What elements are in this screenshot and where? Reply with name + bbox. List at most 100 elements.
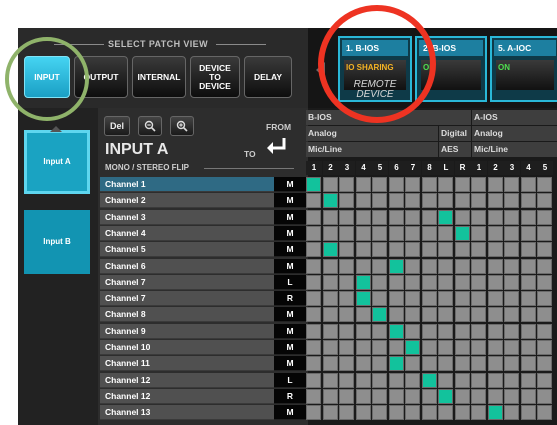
delete-button[interactable]: Del [104,116,130,136]
patch-cell[interactable] [520,225,536,241]
patch-cell[interactable] [405,307,420,323]
patch-cell[interactable] [388,340,404,355]
patch-cell[interactable] [322,356,338,372]
patch-cell[interactable] [339,193,354,209]
patch-cell[interactable] [322,225,338,241]
patch-cell[interactable] [471,291,486,307]
patch-cell[interactable] [306,388,321,404]
patch-cell[interactable] [388,177,404,192]
channel-name[interactable]: Channel 4 [100,225,274,241]
patch-cell[interactable] [520,307,536,323]
delay-view-button[interactable]: DELAY [244,56,292,98]
mono-stereo-flip-toggle[interactable]: M [274,307,306,323]
patch-cell[interactable] [520,388,536,404]
patch-cell[interactable] [438,225,453,241]
patch-cell[interactable] [388,323,404,339]
patch-cell[interactable] [355,209,371,225]
mono-stereo-flip-toggle[interactable]: R [274,388,306,404]
patch-cell[interactable] [454,242,470,258]
device-to-device-view-button[interactable]: DEVICE TO DEVICE [190,56,240,98]
patch-cell[interactable] [504,193,519,209]
patch-cell[interactable] [421,274,437,290]
patch-cell[interactable] [372,372,387,388]
patch-cell[interactable] [339,340,354,355]
patch-cell[interactable] [405,193,420,209]
patch-cell[interactable] [537,225,552,241]
patch-cell[interactable] [504,291,519,307]
sidebar-item-input-b[interactable]: Input B [24,210,90,274]
patch-cell[interactable] [537,340,552,355]
patch-cell[interactable] [355,225,371,241]
patch-cell[interactable] [438,258,453,274]
patch-cell[interactable] [471,258,486,274]
patch-cell[interactable] [471,356,486,372]
patch-cell[interactable] [388,193,404,209]
patch-cell[interactable] [537,291,552,307]
patch-cell[interactable] [306,258,321,274]
patch-cell[interactable] [405,242,420,258]
patch-cell[interactable] [520,356,536,372]
mono-stereo-flip-toggle[interactable]: R [274,291,306,307]
table-row[interactable]: Channel 8M [100,307,306,323]
patch-cell[interactable] [421,323,437,339]
patch-cell[interactable] [454,340,470,355]
patch-cell[interactable] [322,307,338,323]
patch-cell[interactable] [537,274,552,290]
patch-cell[interactable] [405,209,420,225]
patch-cell[interactable] [405,372,420,388]
patch-cell[interactable] [355,291,371,307]
patch-cell[interactable] [306,193,321,209]
patch-cell[interactable] [372,242,387,258]
patch-cell[interactable] [322,340,338,355]
patch-cell[interactable] [520,242,536,258]
patch-cell[interactable] [487,323,503,339]
mono-stereo-flip-toggle[interactable]: M [274,258,306,274]
table-row[interactable]: Channel 11 M [100,356,306,372]
patch-cell[interactable] [355,323,371,339]
patch-cell[interactable] [438,405,453,421]
mono-stereo-flip-toggle[interactable]: M [274,242,306,258]
patch-cell[interactable] [421,340,437,355]
channel-name[interactable]: Channel 10 [100,340,274,355]
patch-cell[interactable] [306,274,321,290]
patch-cell[interactable] [306,340,321,355]
patch-cell[interactable] [372,340,387,355]
mono-stereo-flip-toggle[interactable]: L [274,274,306,290]
scroll-up-icon[interactable] [50,126,62,132]
patch-cell[interactable] [454,258,470,274]
patch-cell[interactable] [421,405,437,421]
patch-cell[interactable] [537,307,552,323]
patch-cell[interactable] [421,177,437,192]
patch-cell[interactable] [388,274,404,290]
patch-cell[interactable] [355,258,371,274]
patch-cell[interactable] [454,307,470,323]
patch-cell[interactable] [537,177,552,192]
patch-cell[interactable] [388,307,404,323]
patch-cell[interactable] [388,225,404,241]
patch-cell[interactable] [438,340,453,355]
patch-cell[interactable] [454,209,470,225]
patch-cell[interactable] [372,225,387,241]
patch-cell[interactable] [322,274,338,290]
patch-cell[interactable] [504,225,519,241]
table-row[interactable]: Channel 2M [100,193,306,209]
patch-cell[interactable] [487,340,503,355]
patch-cell[interactable] [487,356,503,372]
patch-cell[interactable] [355,242,371,258]
patch-cell[interactable] [454,274,470,290]
patch-cell[interactable] [454,372,470,388]
patch-cell[interactable] [339,307,354,323]
patch-cell[interactable] [355,307,371,323]
patch-cell[interactable] [322,258,338,274]
channel-name[interactable]: Channel 5 [100,242,274,258]
patch-cell[interactable] [405,405,420,421]
patch-cell[interactable] [487,372,503,388]
patch-cell[interactable] [405,291,420,307]
patch-cell[interactable] [487,225,503,241]
patch-cell[interactable] [306,307,321,323]
patch-cell[interactable] [339,372,354,388]
patch-cell[interactable] [306,372,321,388]
patch-cell[interactable] [421,356,437,372]
patch-cell[interactable] [454,177,470,192]
patch-cell[interactable] [487,307,503,323]
